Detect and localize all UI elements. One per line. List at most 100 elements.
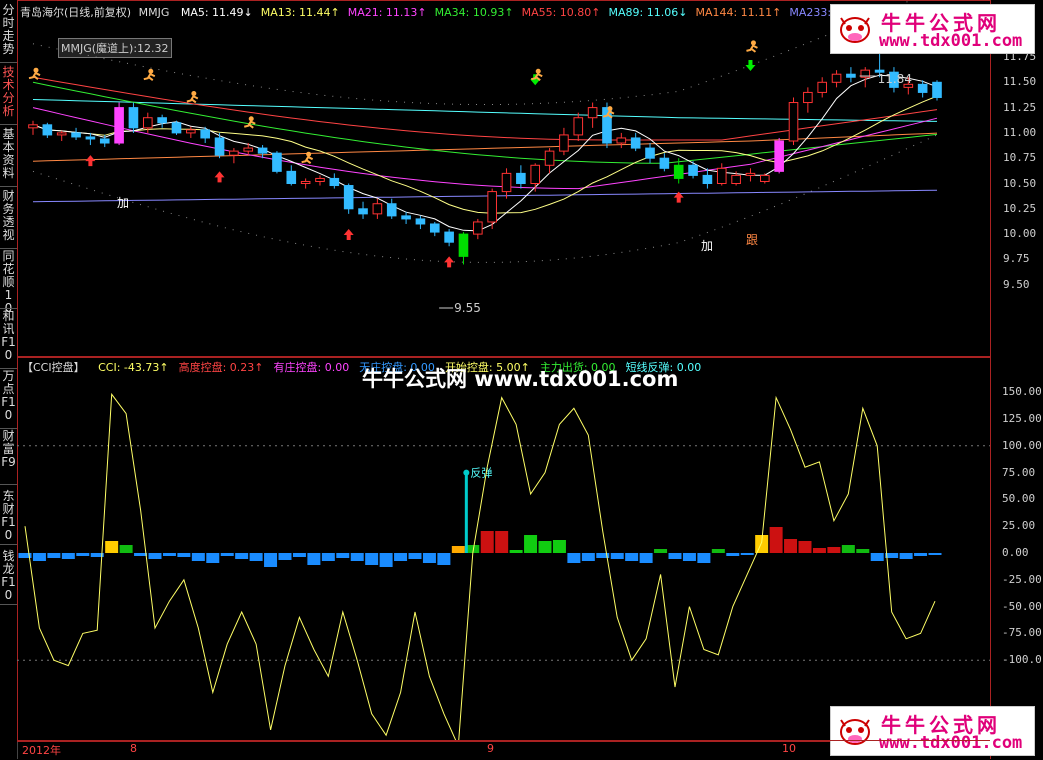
left-tab-3[interactable]: 财务透视 — [1, 190, 16, 246]
candle-body[interactable] — [544, 150, 555, 166]
cci-label: -100.0 — [1002, 653, 1042, 667]
left-tab-8[interactable]: 东财F10 — [1, 490, 16, 542]
candle-body[interactable] — [56, 132, 67, 136]
cci-label: 75.00 — [1002, 465, 1036, 479]
candle-body[interactable] — [300, 180, 311, 184]
low-price-label: 9.55 — [454, 301, 481, 315]
candle-body[interactable] — [673, 164, 684, 179]
candle-body[interactable] — [257, 147, 268, 154]
candle-body[interactable] — [372, 203, 383, 215]
cci-bar — [105, 541, 119, 553]
buy-arrow-icon — [85, 155, 96, 167]
candle-body[interactable] — [803, 91, 813, 104]
candle-body[interactable] — [831, 73, 842, 83]
left-tab-separator — [0, 604, 17, 605]
price-label: 9.75 — [1003, 252, 1030, 266]
candle-body[interactable] — [731, 174, 741, 185]
left-tab-2[interactable]: 基本资料 — [1, 128, 16, 184]
left-tab-5[interactable]: 和讯F10 — [1, 310, 16, 366]
candle-body[interactable] — [444, 231, 454, 243]
cci-bar — [798, 541, 812, 553]
left-tab-bar: 分时走势技术分析基本资料财务透视同花顺10 和讯F10 万点F10 财富F9 东财F10… — [0, 0, 18, 759]
cci-indicator-chart[interactable]: 反弹 — [17, 356, 990, 740]
candle-body[interactable] — [473, 221, 483, 235]
candle-body[interactable] — [760, 174, 770, 182]
candle-body[interactable] — [602, 107, 612, 144]
candle-body[interactable] — [702, 174, 713, 185]
candle-body[interactable] — [142, 117, 153, 129]
candle-body[interactable] — [659, 157, 670, 169]
cci-bar — [321, 553, 335, 561]
candle-body[interactable] — [28, 124, 38, 129]
left-tab-9[interactable]: 钱龙F10 — [1, 550, 16, 602]
cci-bar — [61, 553, 75, 559]
candle-body[interactable] — [286, 170, 297, 185]
candle-body[interactable] — [85, 136, 96, 140]
candle-body[interactable] — [788, 102, 799, 142]
candle-body[interactable] — [272, 152, 282, 172]
candle-body[interactable] — [846, 73, 856, 78]
candle-body[interactable] — [559, 134, 569, 152]
candle-body[interactable] — [516, 172, 526, 185]
left-tab-6[interactable]: 万点F10 — [1, 370, 16, 426]
candle-body[interactable] — [243, 147, 254, 152]
cci-bar — [278, 553, 292, 560]
runner-icon — [33, 67, 39, 73]
candle-body[interactable] — [587, 107, 598, 119]
candle-body[interactable] — [71, 132, 81, 138]
ma233-line — [32, 189, 938, 203]
cci-label: -25.00 — [1002, 572, 1042, 586]
candle-body[interactable] — [200, 129, 210, 139]
candle-body[interactable] — [343, 185, 354, 210]
candle-body[interactable] — [688, 164, 698, 176]
cci-bar — [711, 549, 725, 553]
candle-body[interactable] — [716, 167, 727, 185]
left-tab-4[interactable]: 同花顺10 — [1, 250, 16, 315]
price-label: 10.50 — [1003, 176, 1037, 190]
candle-body[interactable] — [171, 122, 182, 134]
candle-body[interactable] — [573, 117, 584, 136]
price-label: 10.25 — [1003, 201, 1037, 215]
candle-body[interactable] — [329, 177, 340, 187]
candle-body[interactable] — [645, 147, 655, 159]
candle-body[interactable] — [530, 164, 541, 184]
left-tab-7[interactable]: 财富F9 — [1, 430, 16, 482]
candle-body[interactable] — [817, 81, 828, 93]
candle-body[interactable] — [186, 129, 196, 134]
candle-body[interactable] — [386, 203, 397, 217]
runner-icon — [746, 44, 758, 53]
candle-body[interactable] — [401, 215, 411, 220]
candle-body[interactable] — [114, 107, 124, 144]
cci-bar — [610, 553, 624, 559]
left-tab-0[interactable]: 分时走势 — [1, 4, 16, 60]
candle-body[interactable] — [229, 150, 239, 156]
cci-bar — [726, 553, 740, 556]
cci-bar — [365, 553, 379, 565]
candle-body[interactable] — [415, 218, 426, 225]
candle-body[interactable] — [358, 208, 368, 215]
cci-bar — [292, 553, 306, 557]
candle-body[interactable] — [616, 137, 627, 144]
candle-body[interactable] — [429, 223, 440, 233]
candle-body[interactable] — [487, 191, 497, 223]
candle-body[interactable] — [128, 107, 139, 129]
price-label: 11.50 — [1003, 75, 1037, 89]
candle-body[interactable] — [315, 177, 325, 182]
candle-body[interactable] — [917, 83, 928, 93]
candle-body[interactable] — [157, 117, 167, 124]
cci-bar — [841, 545, 855, 553]
cci-bar — [899, 553, 913, 559]
candle-body[interactable] — [745, 172, 756, 176]
candle-body[interactable] — [932, 81, 942, 98]
candle-body[interactable] — [458, 233, 469, 257]
candle-body[interactable] — [501, 172, 512, 193]
candle-body[interactable] — [774, 140, 784, 172]
left-tab-1[interactable]: 技术分析 — [1, 66, 16, 122]
follow-label: 跟 — [746, 233, 758, 247]
runner-icon — [248, 116, 254, 122]
candle-body[interactable] — [99, 138, 110, 144]
candle-body[interactable] — [214, 137, 225, 156]
candle-body[interactable] — [42, 124, 53, 136]
price-axis — [990, 0, 1043, 759]
candle-body[interactable] — [630, 137, 641, 149]
